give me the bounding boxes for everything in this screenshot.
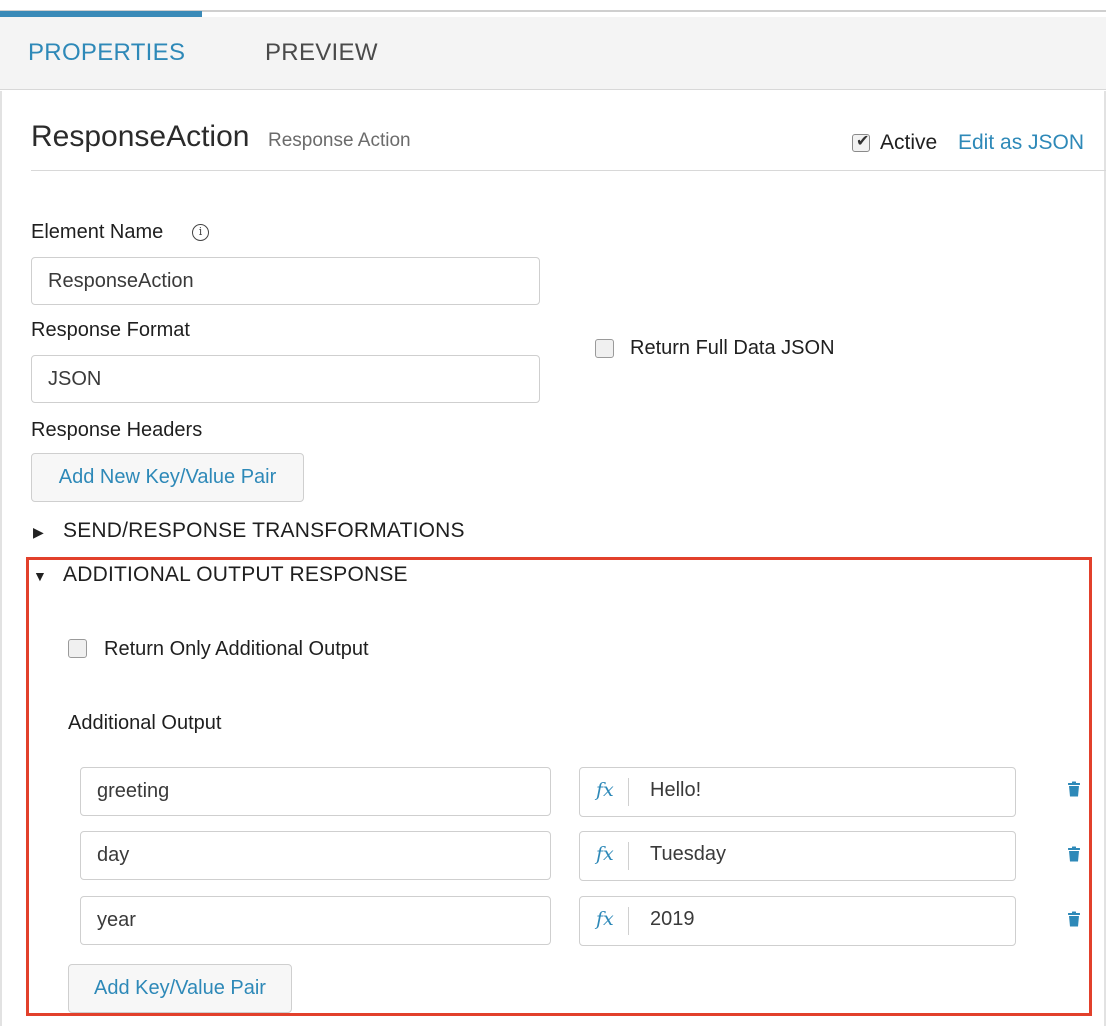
additional-output-response-toggle[interactable]: ▼ ADDITIONAL OUTPUT RESPONSE [33,563,408,587]
fx-separator [628,907,629,935]
add-key-value-pair-button[interactable]: Add Key/Value Pair [68,964,292,1013]
active-label: Active [880,131,938,154]
header-divider [31,170,1106,171]
output-key-input[interactable]: greeting [80,767,551,816]
return-full-data-json-checkbox[interactable] [595,339,614,358]
trash-icon[interactable] [1067,846,1081,862]
checkmark-icon: ✔ [856,133,870,150]
element-title: ResponseAction [31,120,250,153]
element-name-label: Element Name [31,221,164,243]
output-value-text: Tuesday [650,843,726,865]
info-icon[interactable]: i [192,224,209,241]
output-value-input[interactable]: fx 2019 [579,896,1016,946]
output-value-input[interactable]: fx Tuesday [579,831,1016,881]
output-value-text: 2019 [650,908,695,930]
additional-output-label: Additional Output [68,712,222,734]
output-value-input[interactable]: fx Hello! [579,767,1016,817]
element-name-input[interactable]: ResponseAction [31,257,540,305]
output-key-input[interactable]: year [80,896,551,945]
tab-properties[interactable]: PROPERTIES [28,39,185,67]
caret-right-icon: ▶ [33,524,44,540]
return-only-additional-output-label: Return Only Additional Output [104,638,369,660]
response-format-input[interactable]: JSON [31,355,540,403]
fx-formula-icon[interactable]: fx [596,779,614,801]
output-key-input[interactable]: day [80,831,551,880]
response-action-properties-panel: PROPERTIES PREVIEW ResponseAction Respon… [0,0,1106,1026]
edit-as-json-link[interactable]: Edit as JSON [958,131,1084,155]
add-new-key-value-pair-button[interactable]: Add New Key/Value Pair [31,453,304,502]
trash-icon[interactable] [1067,781,1081,797]
fx-separator [628,778,629,806]
active-checkbox[interactable]: ✔ [852,133,870,152]
response-format-label: Response Format [31,319,190,341]
return-only-additional-output-checkbox[interactable] [68,639,87,658]
fx-formula-icon[interactable]: fx [596,843,614,865]
send-response-transformations-toggle[interactable]: ▶ SEND/RESPONSE TRANSFORMATIONS [33,519,465,543]
response-headers-label: Response Headers [31,419,203,441]
output-value-text: Hello! [650,779,702,801]
return-full-data-json-label: Return Full Data JSON [630,337,835,359]
fx-formula-icon[interactable]: fx [596,908,614,930]
caret-down-icon: ▼ [33,568,48,584]
additional-output-response-label: ADDITIONAL OUTPUT RESPONSE [63,563,408,586]
send-response-transformations-label: SEND/RESPONSE TRANSFORMATIONS [63,519,465,542]
active-tab-indicator [0,11,202,17]
tab-preview[interactable]: PREVIEW [265,39,378,67]
trash-icon[interactable] [1067,911,1081,927]
tab-bar: PROPERTIES PREVIEW [0,17,1106,90]
element-type-subtitle: Response Action [268,130,411,151]
fx-separator [628,842,629,870]
